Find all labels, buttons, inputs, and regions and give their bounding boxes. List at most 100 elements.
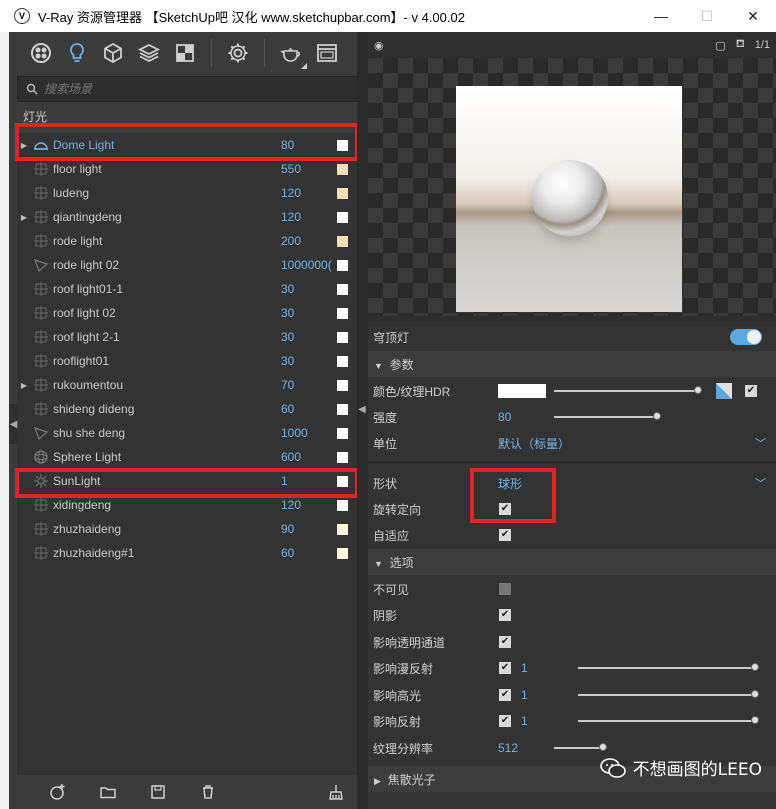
preview-teapot-icon[interactable]: ⛾ [736, 38, 745, 52]
light-color-swatch[interactable] [337, 163, 348, 175]
light-row[interactable]: rode light 02 1000000( [17, 253, 358, 277]
light-row[interactable]: Sphere Light 600 [17, 445, 358, 469]
tex-res-value[interactable]: 512 [498, 741, 518, 755]
texture-map-icon[interactable] [716, 383, 732, 399]
light-intensity[interactable]: 90 [281, 522, 337, 536]
light-color-swatch[interactable] [337, 379, 348, 391]
reflect-slider-knob[interactable] [751, 716, 759, 724]
save-icon[interactable] [133, 780, 183, 804]
minimize-button[interactable]: — [638, 0, 684, 32]
light-color-swatch[interactable] [337, 427, 348, 439]
collapse-left-arrow-icon[interactable]: ◀ [9, 404, 18, 444]
light-color-swatch[interactable] [337, 499, 348, 511]
light-row[interactable]: ludeng 120 [17, 181, 358, 205]
light-intensity[interactable]: 30 [281, 306, 337, 320]
light-intensity[interactable]: 70 [281, 378, 337, 392]
search-input[interactable] [44, 82, 344, 96]
expand-arrow-icon[interactable]: ▶ [17, 381, 31, 390]
chevron-down-icon[interactable]: ﹀ [755, 475, 766, 491]
light-color-swatch[interactable] [337, 547, 348, 559]
light-color-swatch[interactable] [337, 523, 348, 535]
settings-icon[interactable] [220, 35, 256, 71]
render-teapot-icon[interactable] [273, 35, 309, 71]
specular-slider-knob[interactable] [751, 690, 759, 698]
light-intensity[interactable]: 200 [281, 234, 337, 248]
reflect-checkbox[interactable]: ✔ [499, 715, 511, 727]
specular-slider-track[interactable] [578, 694, 756, 696]
preview-toggle-icon[interactable]: ◉ [374, 39, 384, 52]
light-row[interactable]: ▶ qiantingdeng 120 [17, 205, 358, 229]
invisible-checkbox[interactable] [499, 583, 511, 595]
color-slider-track[interactable] [554, 390, 698, 392]
options-header[interactable]: ▼ 选项 [368, 549, 776, 575]
light-color-swatch[interactable] [337, 283, 348, 295]
maximize-button[interactable]: ☐ [684, 0, 730, 32]
adaptive-checkbox[interactable]: ✔ [499, 529, 511, 541]
geometry-icon[interactable] [95, 35, 131, 71]
light-intensity[interactable]: 30 [281, 282, 337, 296]
light-row[interactable]: rode light 200 [17, 229, 358, 253]
enable-toggle[interactable] [730, 329, 762, 345]
open-folder-icon[interactable] [83, 780, 133, 804]
collapse-right-arrow-icon[interactable]: ◀ [358, 404, 366, 415]
add-light-icon[interactable] [33, 780, 83, 804]
texture-enable-checkbox[interactable]: ✔ [745, 385, 757, 397]
alpha-checkbox[interactable]: ✔ [499, 636, 511, 648]
light-intensity[interactable]: 550 [281, 162, 337, 176]
light-color-swatch[interactable] [337, 187, 348, 199]
expand-arrow-icon[interactable]: ▶ [17, 213, 31, 222]
reflect-value[interactable]: 1 [521, 714, 528, 728]
light-color-swatch[interactable] [337, 235, 348, 247]
tex-res-slider-knob[interactable] [599, 743, 607, 751]
chevron-down-icon[interactable]: ﹀ [755, 435, 766, 451]
params-header[interactable]: ▼ 参数 [368, 351, 776, 377]
light-row[interactable]: shu she deng 1000 [17, 421, 358, 445]
light-intensity[interactable]: 30 [281, 330, 337, 344]
render-elements-icon[interactable] [131, 35, 167, 71]
panel-splitter[interactable]: ◀ [357, 32, 368, 809]
light-color-swatch[interactable] [337, 307, 348, 319]
color-slider-knob[interactable] [694, 386, 702, 394]
close-button[interactable]: ✕ [730, 0, 776, 32]
diffuse-checkbox[interactable]: ✔ [499, 662, 511, 674]
light-row[interactable]: shideng dideng 60 [17, 397, 358, 421]
light-row[interactable]: zhuzhaideng 90 [17, 517, 358, 541]
light-intensity[interactable]: 30 [281, 354, 337, 368]
light-intensity[interactable]: 120 [281, 210, 337, 224]
specular-value[interactable]: 1 [521, 688, 528, 702]
light-color-swatch[interactable] [337, 331, 348, 343]
diffuse-slider-track[interactable] [578, 667, 756, 669]
shadow-checkbox[interactable]: ✔ [499, 609, 511, 621]
light-intensity[interactable]: 120 [281, 498, 337, 512]
diffuse-value[interactable]: 1 [521, 661, 528, 675]
specular-checkbox[interactable]: ✔ [499, 689, 511, 701]
light-intensity[interactable]: 600 [281, 450, 337, 464]
color-swatch[interactable] [498, 384, 546, 398]
light-color-swatch[interactable] [337, 211, 348, 223]
intensity-slider-track[interactable] [554, 416, 658, 418]
reflect-slider-track[interactable] [578, 720, 756, 722]
purge-broom-icon[interactable] [311, 780, 361, 804]
diffuse-slider-knob[interactable] [751, 663, 759, 671]
light-color-swatch[interactable] [337, 355, 348, 367]
materials-icon[interactable] [23, 35, 59, 71]
delete-icon[interactable] [183, 780, 233, 804]
light-row[interactable]: roof light01-1 30 [17, 277, 358, 301]
light-intensity[interactable]: 1000000( [281, 258, 337, 272]
light-color-swatch[interactable] [337, 403, 348, 415]
light-intensity[interactable]: 60 [281, 546, 337, 560]
light-intensity[interactable]: 1000 [281, 426, 337, 440]
light-row[interactable]: ▶ rukoumentou 70 [17, 373, 358, 397]
light-row[interactable]: zhuzhaideng#1 60 [17, 541, 358, 565]
preview-square-icon[interactable]: ▢ [715, 39, 725, 52]
intensity-value[interactable]: 80 [498, 410, 511, 424]
light-color-swatch[interactable] [337, 259, 348, 271]
light-intensity[interactable]: 120 [281, 186, 337, 200]
frame-buffer-icon[interactable] [309, 35, 345, 71]
light-color-swatch[interactable] [337, 451, 348, 463]
tex-res-slider-track[interactable] [554, 747, 604, 749]
textures-icon[interactable] [167, 35, 203, 71]
preview-ratio[interactable]: 1/1 [755, 39, 770, 51]
light-row[interactable]: roof light 02 30 [17, 301, 358, 325]
light-intensity[interactable]: 60 [281, 402, 337, 416]
